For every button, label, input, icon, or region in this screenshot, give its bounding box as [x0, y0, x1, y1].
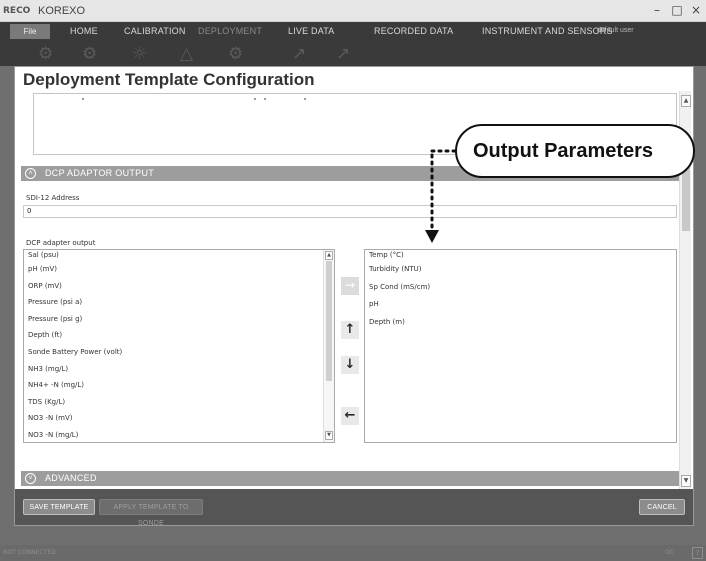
help-button[interactable]: ?	[692, 547, 703, 559]
warning-icon: △	[180, 44, 194, 64]
gear-icon: ⚙	[38, 44, 54, 64]
list-item[interactable]: Depth (m)	[365, 314, 676, 332]
ribbon: File HOME CALIBRATION DEPLOYMENT LIVE DA…	[0, 22, 706, 66]
minimize-button[interactable]: –	[650, 3, 664, 17]
remove-parameter-button[interactable]: ←	[341, 407, 359, 425]
tab-live-data[interactable]: LIVE DATA	[288, 26, 334, 36]
sensor-icon: ☼	[132, 44, 148, 64]
section-title: DCP ADAPTOR OUTPUT	[45, 168, 155, 178]
tab-recorded-data[interactable]: RECORDED DATA	[374, 26, 453, 36]
move-down-button[interactable]: ↓	[341, 356, 359, 374]
expand-icon[interactable]: ˅	[25, 473, 36, 484]
scroll-up-icon[interactable]: ▲	[681, 95, 691, 107]
scroll-down-icon[interactable]: ▼	[681, 475, 691, 487]
tab-deployment[interactable]: DEPLOYMENT	[198, 26, 262, 36]
list-item[interactable]: Pressure (psi a)	[24, 294, 334, 311]
status-bar: NOT CONNECTED OC ?	[0, 545, 706, 561]
list-item[interactable]: Sp Cond (mS/cm)	[365, 279, 676, 297]
dialog-button-bar: SAVE TEMPLATE APPLY TEMPLATE TO SONDE CA…	[15, 489, 693, 527]
apply-template-button[interactable]: APPLY TEMPLATE TO SONDE	[99, 499, 203, 527]
scrollbar-thumb[interactable]	[326, 261, 332, 381]
list-item[interactable]: NO3 -N (mg/L)	[24, 427, 334, 442]
dot	[82, 98, 84, 100]
save-template-button[interactable]: SAVE TEMPLATE	[23, 499, 95, 515]
list-item[interactable]: pH (mV)	[24, 261, 334, 278]
status-indicator: OC	[665, 549, 674, 556]
dot	[254, 98, 256, 100]
app-logo: RECO	[3, 6, 31, 16]
list-item[interactable]: Pressure (psi g)	[24, 311, 334, 328]
list-item[interactable]: Sal (psu)	[24, 250, 334, 261]
list-item[interactable]: Sonde Battery Power (volt)	[24, 344, 334, 361]
sdi-address-label: SDI-12 Address	[26, 194, 80, 202]
list-item[interactable]: Temp (°C)	[365, 250, 676, 261]
list-item[interactable]: Depth (ft)	[24, 327, 334, 344]
maximize-button[interactable]: □	[670, 3, 684, 17]
title-bar: RECO KOREXO – □ ×	[0, 0, 706, 22]
chart-icon: ↗	[336, 44, 351, 64]
list-item[interactable]: pH	[365, 296, 676, 314]
settings-icon: ⚙	[82, 44, 98, 64]
menu-bar: File HOME CALIBRATION DEPLOYMENT LIVE DA…	[0, 22, 706, 41]
chart-icon: ↗	[292, 44, 307, 64]
list-item[interactable]: ORP (mV)	[24, 278, 334, 295]
config-icon: ⚙	[228, 44, 244, 64]
list-item[interactable]: NH3 (mg/L)	[24, 361, 334, 378]
scroll-down-icon[interactable]: ▼	[325, 431, 333, 440]
section-title: ADVANCED	[45, 473, 97, 483]
callout-text: Output Parameters	[473, 140, 654, 162]
move-up-button[interactable]: ↑	[341, 321, 359, 339]
connection-status: NOT CONNECTED	[3, 549, 56, 556]
output-parameters-callout: Output Parameters	[455, 124, 695, 178]
advanced-header[interactable]: ˅ ADVANCED	[21, 471, 679, 486]
list-item[interactable]: NO3 -N (mV)	[24, 410, 334, 427]
list-item[interactable]: Turbidity (NTU)	[365, 261, 676, 279]
selected-parameters-list[interactable]: Temp (°C) Turbidity (NTU) Sp Cond (mS/cm…	[364, 249, 677, 443]
ribbon-icons: ⚙ ⚙ ☼ △ ⚙ ↗ ↗	[0, 42, 706, 66]
scroll-up-icon[interactable]: ▲	[325, 251, 333, 260]
dialog-title: Deployment Template Configuration	[23, 70, 315, 89]
close-button[interactable]: ×	[689, 3, 703, 17]
dot	[304, 98, 306, 100]
dcp-output-label: DCP adapter output	[26, 239, 96, 247]
tab-calibration[interactable]: CALIBRATION	[124, 26, 186, 36]
list-item[interactable]: TDS (Kg/L)	[24, 394, 334, 411]
collapse-icon[interactable]: ˄	[25, 168, 36, 179]
cancel-button[interactable]: CANCEL	[639, 499, 685, 515]
list-item[interactable]: NH4+ -N (mg/L)	[24, 377, 334, 394]
add-parameter-button[interactable]: →	[341, 277, 359, 295]
available-parameters-list[interactable]: Sal (psu) pH (mV) ORP (mV) Pressure (psi…	[23, 249, 335, 443]
window-title: KOREXO	[38, 5, 86, 17]
user-menu[interactable]: default user	[597, 27, 634, 34]
list-scrollbar[interactable]: ▲ ▼	[323, 250, 334, 442]
dot	[264, 98, 266, 100]
file-tab[interactable]: File	[10, 24, 50, 39]
tab-instrument-and-sensors[interactable]: INSTRUMENT AND SENSORS	[482, 26, 613, 36]
tab-home[interactable]: HOME	[70, 26, 98, 36]
sdi-address-input[interactable]: 0	[23, 205, 677, 218]
